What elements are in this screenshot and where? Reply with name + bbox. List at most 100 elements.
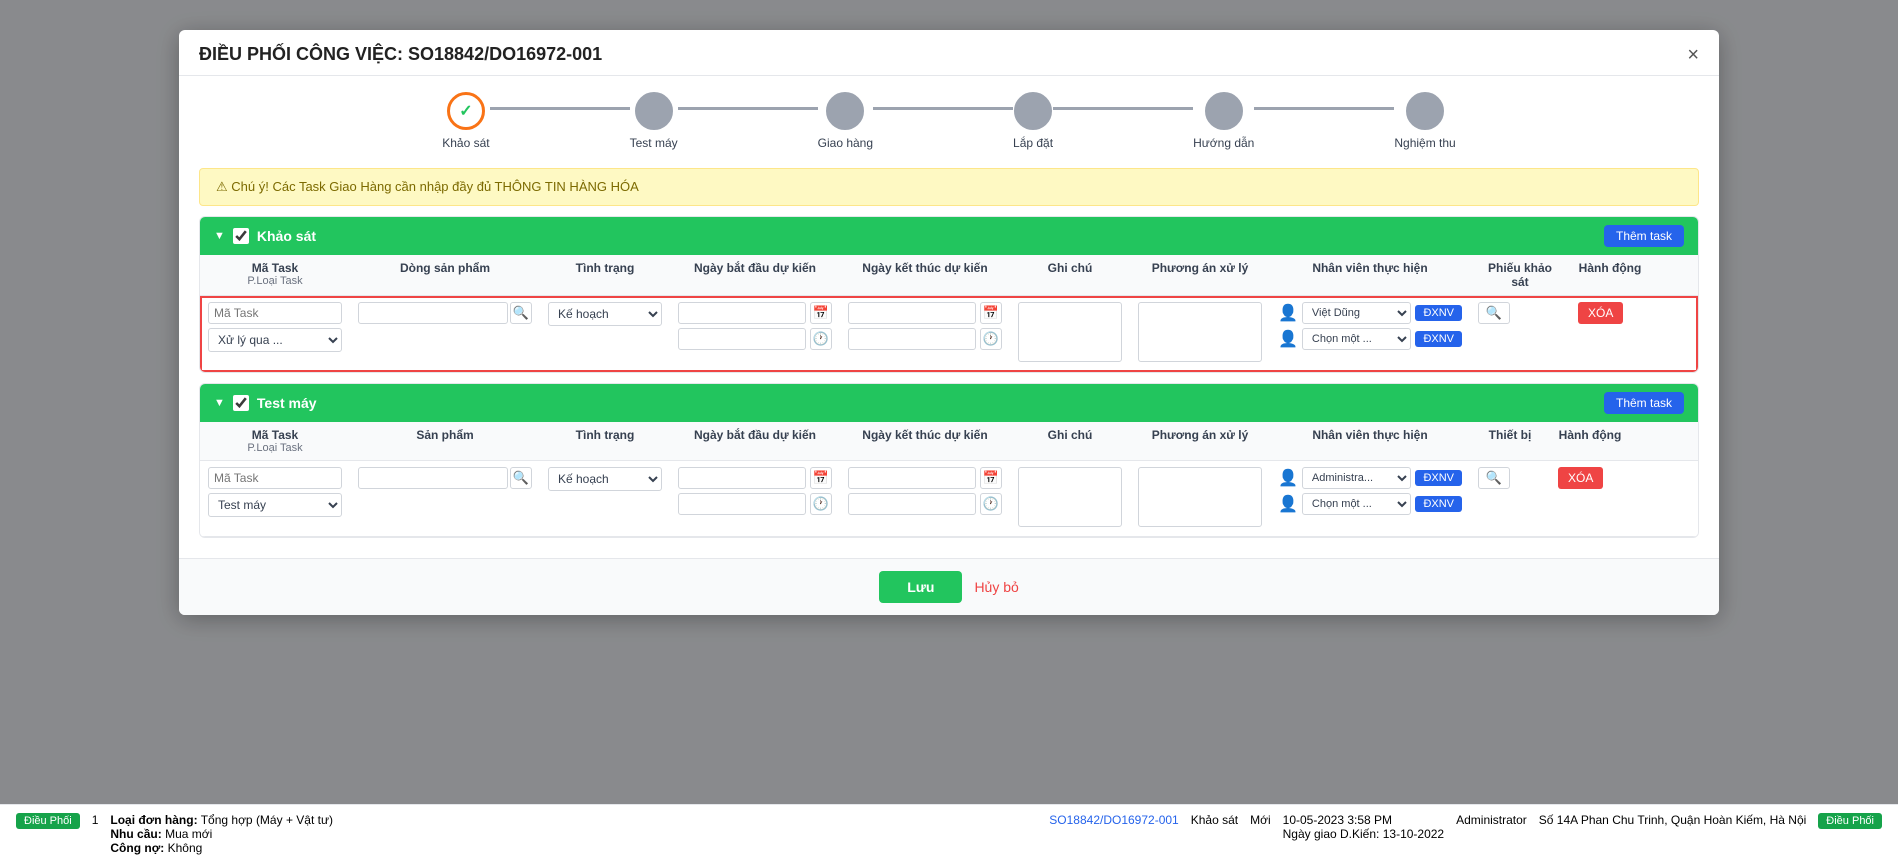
khao-sat-phieu-search-button[interactable]: 🔍 [1478,302,1510,324]
khao-sat-ma-task-input[interactable] [208,302,342,324]
test-may-nv2-select[interactable]: Chọn một ... [1302,493,1412,515]
khao-sat-bat-dau-cell: 10-05-2023 📅 05:00 PM 🕐 [670,296,840,356]
bg-row-need-label: Nhu cầu: [110,827,161,841]
khao-sat-ket-thuc-time-input[interactable]: 06:00 PM [848,328,976,350]
col-header-bat-dau-2: Ngày bắt đầu dự kiến [670,422,840,460]
khao-sat-ghi-chu-textarea[interactable] [1018,302,1122,362]
modal-body: ✓ Khảo sát Test máy Giao hàng [179,76,1719,558]
step-circle-giao-hang [826,92,864,130]
test-may-xoa-button[interactable]: XÓA [1558,467,1603,489]
test-may-phuong-an-textarea[interactable] [1138,467,1262,527]
test-may-ket-thuc-cell: 10-05-2023 📅 🕐 [840,461,1010,521]
khao-sat-dong-sp-search: Máy photo MÀU(CO 🔍 [358,302,532,324]
test-may-ket-thuc-date-input[interactable]: 10-05-2023 [848,467,976,489]
khao-sat-nv1-icon: 👤 [1278,303,1298,323]
bg-row-details: Loại đơn hàng: Tổng hợp (Máy + Vật tư) N… [110,813,1037,855]
test-may-tinh-trang-select[interactable]: Kế hoạch [548,467,662,491]
chevron-khao-sat: ▼ [214,230,225,242]
bg-row-address: Số 14A Phan Chu Trinh, Quận Hoàn Kiếm, H… [1539,813,1807,827]
table-header-khao-sat: Mã Task P.Loại Task Dòng sản phẩm Tình t… [200,255,1698,296]
khao-sat-phuong-an-cell [1130,296,1270,371]
progress-section: ✓ Khảo sát Test máy Giao hàng [179,76,1719,160]
test-may-san-pham-search-button[interactable]: 🔍 [510,467,532,489]
warning-text: ⚠ Chú ý! Các Task Giao Hàng cần nhập đầy… [216,179,639,194]
bg-row-type-label: Loại đơn hàng: [110,813,197,827]
section-checkbox-test-may[interactable] [233,395,249,411]
step-huong-dan[interactable]: Hướng dẫn [1193,92,1254,150]
col-header-nhan-vien-2: Nhân viên thực hiện [1270,422,1470,460]
test-may-nv1-select[interactable]: Administra... [1302,467,1412,489]
col-header-hanh-dong-2: Hành động [1550,422,1630,460]
luu-button[interactable]: Lưu [879,571,962,603]
bg-row-order-id[interactable]: SO18842/DO16972-001 [1049,813,1178,827]
khao-sat-bat-dau-time-row: 05:00 PM 🕐 [678,328,832,350]
khao-sat-hanh-dong-cell: XÓA [1570,296,1650,330]
col-header-phuong-an-1: Phương án xử lý [1130,255,1270,295]
khao-sat-nv1-select[interactable]: Việt Dũng [1302,302,1412,324]
test-may-nhan-vien-cell: 👤 Administra... ĐXNV 👤 Chọn một ... [1270,461,1470,521]
step-connector-3 [873,107,1013,110]
step-circle-khao-sat: ✓ [447,92,485,130]
bg-row-tag2: Điều Phối [1818,813,1882,829]
col-header-hanh-dong-1: Hành động [1570,255,1650,295]
khao-sat-xoa-button[interactable]: XÓA [1578,302,1623,324]
test-may-ploai-task-select[interactable]: Test máy [208,493,342,517]
khao-sat-ket-thuc-date-input[interactable]: 10-05-2023 [848,302,976,324]
section-checkbox-khao-sat[interactable] [233,228,249,244]
khao-sat-ploai-task-select[interactable]: Xử lý qua ... [208,328,342,352]
test-may-thiet-bi-search-button[interactable]: 🔍 [1478,467,1510,489]
step-khao-sat[interactable]: ✓ Khảo sát [442,92,489,150]
section-title-test-may: Test máy [257,395,1596,411]
test-may-ma-task-input[interactable] [208,467,342,489]
test-may-bat-dau-clock-button[interactable]: 🕐 [810,493,832,515]
khao-sat-phieu-search: 🔍 [1478,302,1562,324]
test-may-ghi-chu-textarea[interactable] [1018,467,1122,527]
khao-sat-bat-dau-calendar-button[interactable]: 📅 [810,302,832,324]
test-may-bat-dau-calendar-button[interactable]: 📅 [810,467,832,489]
test-may-ket-thuc-time-input[interactable] [848,493,976,515]
khao-sat-nv1-dxnv-button[interactable]: ĐXNV [1415,305,1462,321]
step-connector-5 [1254,107,1394,110]
step-label-nghiem-thu: Nghiệm thu [1394,136,1455,150]
khao-sat-ket-thuc-clock-button[interactable]: 🕐 [980,328,1002,350]
test-may-ket-thuc-time-row: 🕐 [848,493,1002,515]
huy-button[interactable]: Hủy bỏ [974,579,1018,595]
khao-sat-nv2-select[interactable]: Chọn một ... [1302,328,1412,350]
khao-sat-row-1: Xử lý qua ... Máy photo MÀU(CO 🔍 Kế hoạc… [200,296,1698,372]
bg-row-need-value: Mua mới [165,827,212,841]
test-may-ket-thuc-clock-button[interactable]: 🕐 [980,493,1002,515]
section-test-may: ▼ Test máy Thêm task Mã Task P.Loại Task… [199,383,1699,538]
khao-sat-bat-dau-clock-button[interactable]: 🕐 [810,328,832,350]
section-title-khao-sat: Khảo sát [257,228,1596,244]
step-connector-4 [1053,107,1193,110]
modal-close-button[interactable]: × [1687,45,1699,65]
step-test-may[interactable]: Test máy [630,92,678,150]
them-task-khao-sat-button[interactable]: Thêm task [1604,225,1684,247]
khao-sat-ket-thuc-date-row: 10-05-2023 📅 [848,302,1002,324]
test-may-thiet-bi-cell: 🔍 [1470,461,1550,495]
khao-sat-ket-thuc-calendar-button[interactable]: 📅 [980,302,1002,324]
test-may-bat-dau-date-input[interactable]: 10-05-2023 [678,467,806,489]
test-may-ket-thuc-calendar-button[interactable]: 📅 [980,467,1002,489]
khao-sat-dong-sp-input[interactable]: Máy photo MÀU(CO [358,302,508,324]
modal-dialog: ĐIỀU PHỐI CÔNG VIỆC: SO18842/DO16972-001… [179,30,1719,615]
modal-overlay: ĐIỀU PHỐI CÔNG VIỆC: SO18842/DO16972-001… [0,0,1898,863]
khao-sat-bat-dau-date-input[interactable]: 10-05-2023 [678,302,806,324]
test-may-nv1-dxnv-button[interactable]: ĐXNV [1415,470,1462,486]
them-task-test-may-button[interactable]: Thêm task [1604,392,1684,414]
khao-sat-dong-sp-search-button[interactable]: 🔍 [510,302,532,324]
test-may-san-pham-input[interactable]: TC101793 - Apeos C2 [358,467,508,489]
step-connector-1 [490,107,630,110]
khao-sat-bat-dau-time-input[interactable]: 05:00 PM [678,328,806,350]
test-may-nv2-dxnv-button[interactable]: ĐXNV [1415,496,1462,512]
test-may-bat-dau-time-input[interactable] [678,493,806,515]
step-giao-hang[interactable]: Giao hàng [818,92,873,150]
khao-sat-nv2-dxnv-button[interactable]: ĐXNV [1415,331,1462,347]
step-lap-dat[interactable]: Lắp đặt [1013,92,1053,150]
khao-sat-tinh-trang-select[interactable]: Kế hoạch [548,302,662,326]
bg-row-type-value: Tổng hợp (Máy + Vật tư) [201,813,333,827]
step-nghiem-thu[interactable]: Nghiệm thu [1394,92,1455,150]
step-circle-test-may [635,92,673,130]
khao-sat-phuong-an-textarea[interactable] [1138,302,1262,362]
khao-sat-tinh-trang-cell: Kế hoạch [540,296,670,332]
